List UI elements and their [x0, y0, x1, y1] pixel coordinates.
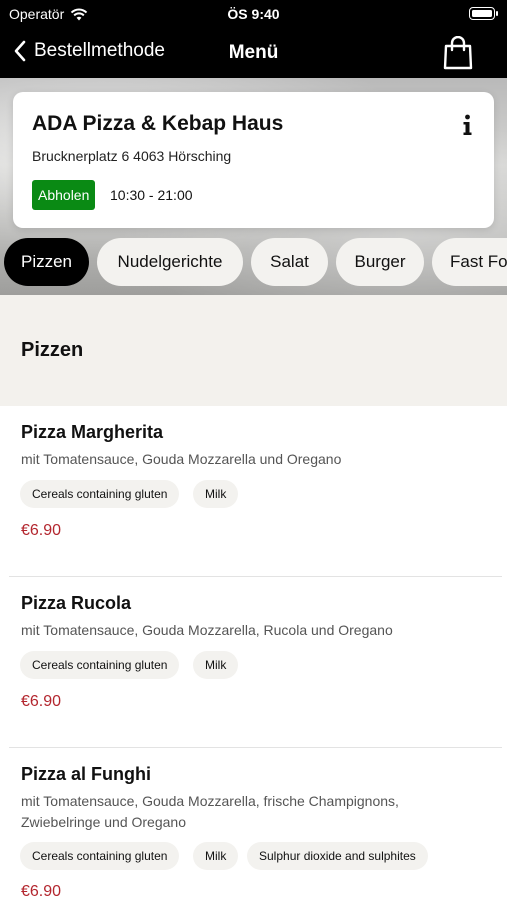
nav-bar: Bestellmethode Menü: [0, 30, 507, 78]
item-description: mit Tomatensauce, Gouda Mozzarella, Ruco…: [21, 622, 393, 638]
item-price: €6.90: [21, 693, 62, 710]
menu-item[interactable]: Pizza Margherita mit Tomatensauce, Gouda…: [0, 406, 507, 576]
item-name: Pizza Rucola: [21, 593, 132, 613]
item-description: mit Tomatensauce, Gouda Mozzarella und O…: [21, 451, 342, 467]
tab-pizzen[interactable]: Pizzen: [4, 238, 89, 286]
chevron-left-icon: [14, 40, 26, 62]
tab-salat[interactable]: Salat: [251, 238, 328, 286]
allergen-tag: Milk: [193, 651, 239, 679]
restaurant-name: ADA Pizza & Kebap Haus: [32, 112, 284, 135]
status-bar: Operatör ÖS 9:40: [0, 0, 507, 30]
allergen-tag: Cereals containing gluten: [20, 651, 180, 679]
tab-nudelgerichte[interactable]: Nudelgerichte: [97, 238, 243, 286]
cart-button[interactable]: [443, 35, 473, 75]
opening-hours: 10:30 - 21:00: [110, 187, 193, 203]
item-name: Pizza Margherita: [21, 422, 164, 442]
menu-item[interactable]: Pizza al Funghi mit Tomatensauce, Gouda …: [0, 748, 507, 900]
category-tabs: Pizzen Nudelgerichte Salat Burger Fast F…: [0, 238, 507, 286]
section-title: Pizzen: [21, 339, 84, 361]
restaurant-card: ADA Pizza & Kebap Haus Brucknerplatz 6 4…: [13, 92, 494, 228]
battery-icon: [469, 7, 498, 20]
tab-fast-food[interactable]: Fast Fo: [432, 238, 507, 286]
allergen-tag: Milk: [193, 842, 239, 870]
item-name: Pizza al Funghi: [21, 764, 152, 784]
item-price: €6.90: [21, 522, 62, 539]
allergen-tag: Sulphur dioxide and sulphites: [247, 842, 428, 870]
restaurant-address: Brucknerplatz 6 4063 Hörsching: [32, 148, 232, 164]
tab-burger[interactable]: Burger: [336, 238, 424, 286]
back-button[interactable]: Bestellmethode: [14, 40, 165, 62]
allergen-tag: Cereals containing gluten: [20, 842, 180, 870]
allergen-tag: Cereals containing gluten: [20, 480, 180, 508]
menu-item[interactable]: Pizza Rucola mit Tomatensauce, Gouda Moz…: [0, 577, 507, 747]
status-time: ÖS 9:40: [227, 6, 280, 22]
info-icon[interactable]: [460, 114, 474, 136]
item-price: €6.90: [21, 883, 62, 900]
item-description: mit Tomatensauce, Gouda Mozzarella, fris…: [21, 793, 399, 830]
back-label: Bestellmethode: [34, 40, 165, 61]
section-header: Pizzen: [0, 295, 507, 406]
shopping-bag-icon: [443, 35, 473, 70]
allergen-tag: Milk: [193, 480, 239, 508]
pickup-badge: Abholen: [32, 180, 96, 210]
